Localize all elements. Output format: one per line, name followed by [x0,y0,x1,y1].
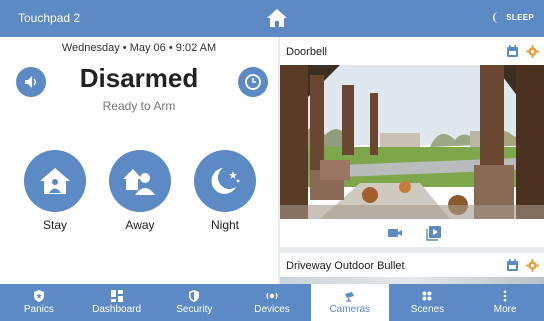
bottom-nav: Panics Dashboard Security Devices Camera… [0,284,544,321]
house-person-icon [40,168,70,194]
nav-devices[interactable]: Devices [233,284,311,321]
nav-dashboard[interactable]: Dashboard [78,284,156,321]
arm-status: Disarmed [79,63,199,93]
away-disc [109,150,171,212]
devices-icon [266,290,278,302]
doorbell-camera-feed[interactable] [280,65,544,219]
arm-night-button[interactable]: Night [194,150,256,232]
nav-label: More [493,304,517,315]
calendar-icon[interactable] [506,259,519,272]
separator-dot: • [168,42,176,54]
stay-label: Stay [42,218,67,232]
camera-panel: Doorbell Driveway Outdoor Bullet [280,37,544,284]
arm-away-button[interactable]: Away [109,150,171,232]
nav-cameras[interactable]: Cameras [310,284,389,321]
nav-panics[interactable]: Panics [0,284,78,321]
gear-icon[interactable] [526,259,539,272]
camera-image [280,65,544,219]
playback-icon[interactable] [426,225,442,241]
stay-disc [24,150,86,212]
camera-name: Doorbell [286,46,327,58]
nav-label: Cameras [329,304,371,315]
nav-scenes[interactable]: Scenes [389,284,467,321]
arm-substatus: Ready to Arm [102,99,176,113]
dashboard-icon [110,290,123,302]
nav-label: Dashboard [92,304,142,315]
camera-actions [280,223,544,245]
house-away-icon [123,169,155,195]
sleep-button[interactable]: SLEEP [493,12,534,23]
device-title: Touchpad 2 [18,11,81,25]
more-vertical-icon [499,290,511,302]
nav-label: Devices [254,304,290,315]
security-panel: Wednesday • May 06 • 9:02 AM Disarmed Re… [0,37,278,284]
home-icon[interactable] [265,6,289,30]
scenes-icon [421,290,433,302]
shield-icon [188,290,200,302]
camera-card-doorbell: Doorbell [280,37,544,247]
nav-label: Security [176,304,213,315]
nav-label: Panics [23,304,54,315]
driveway-camera-feed[interactable] [280,277,544,284]
time-label: 9:02 AM [175,42,217,54]
day-label: Wednesday [61,42,120,54]
separator-dot: • [122,42,130,54]
arm-stay-button[interactable]: Stay [24,150,86,232]
gear-icon[interactable] [526,45,539,58]
camera-icon [344,290,356,302]
nav-label: Scenes [410,304,445,315]
away-label: Away [125,218,155,232]
top-bar: Touchpad 2 SLEEP [0,0,544,37]
night-label: Night [210,218,239,232]
camera-name: Driveway Outdoor Bullet [286,260,405,272]
shield-star-icon [33,290,45,302]
date-time: Wednesday • May 06 • 9:02 AM [0,42,278,54]
moon-stars-icon [211,168,240,194]
night-disc [194,150,256,212]
date-label: May 06 [129,42,166,54]
calendar-icon[interactable] [506,45,519,58]
sleep-label: SLEEP [506,13,534,22]
nav-more[interactable]: More [466,284,544,321]
camera-card-driveway: Driveway Outdoor Bullet [280,253,544,284]
nav-security[interactable]: Security [155,284,233,321]
moon-icon [493,12,499,23]
record-video-icon[interactable] [387,226,403,240]
